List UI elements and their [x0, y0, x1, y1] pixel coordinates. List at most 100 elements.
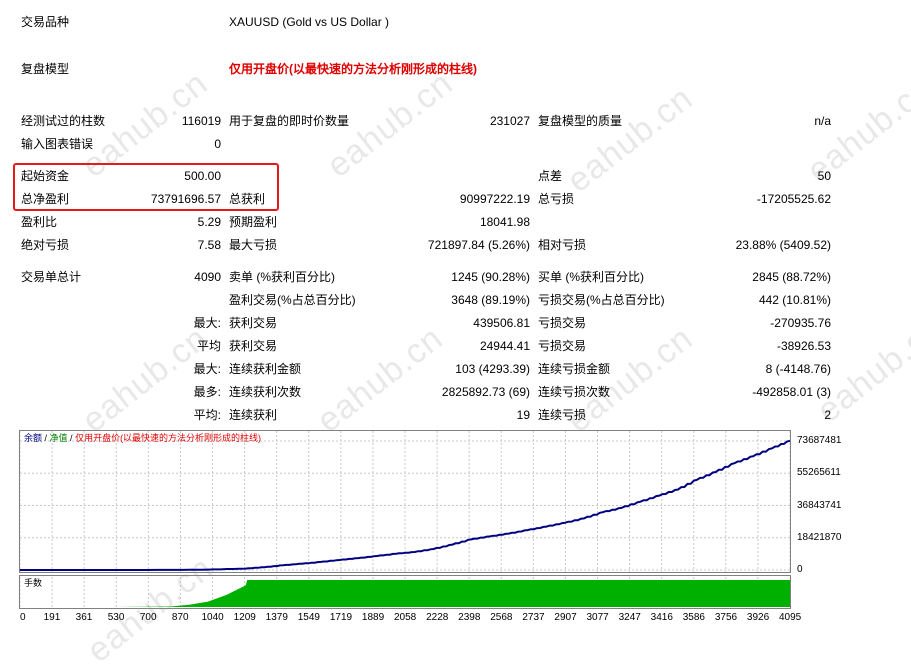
watermark: eahub.cn [560, 78, 700, 200]
balance-chart [19, 430, 791, 610]
max-prefix: 最大: [193, 362, 221, 376]
largest-prefix: 最大: [193, 316, 221, 330]
chart-legend: 余额 / 净值 / 仅用开盘价(以最快速的方法分析刚形成的柱线) [24, 433, 261, 444]
volume-fill [20, 580, 790, 607]
avg-consec-losses-label: 连续亏损 [538, 408, 587, 422]
legend-sep: / [42, 433, 50, 443]
max-drawdown-value: 721897.84 (5.26%) [427, 238, 530, 252]
most-prefix: 最多: [193, 385, 221, 399]
max-consec-wins-label: 连续获利金额 [229, 362, 302, 376]
spread-value: 50 [817, 169, 831, 183]
y-tick-label: 55265611 [797, 467, 841, 479]
avg-consec-wins-label: 连续获利 [229, 408, 278, 422]
gross-loss-value: -17205525.62 [756, 192, 831, 206]
total-trades-label: 交易单总计 [21, 270, 82, 284]
max-consec-losses-value: 8 (-4148.76) [765, 362, 831, 376]
deposit-value: 500.00 [184, 169, 221, 183]
total-trades-value: 4090 [194, 270, 221, 284]
spread-label: 点差 [538, 169, 563, 183]
average-loss-label: 亏损交易 [538, 339, 587, 353]
x-tick-label: 1209 [233, 612, 256, 623]
profit-factor-value: 5.29 [197, 215, 221, 229]
max-consec-wins-value: 103 (4293.39) [455, 362, 530, 376]
largest-profit-label: 获利交易 [229, 316, 278, 330]
x-tick-label: 0 [20, 612, 26, 623]
net-profit-label: 总净盈利 [21, 192, 70, 206]
y-tick-label: 18421870 [797, 531, 842, 543]
y-tick-label: 73687481 [797, 435, 842, 446]
average-profit-label: 获利交易 [229, 339, 278, 353]
gross-profit-value: 90997222.19 [459, 192, 530, 206]
profit-trades-value: 3648 (89.19%) [451, 293, 530, 307]
x-tick-label: 2228 [426, 612, 449, 623]
net-profit-value: 73791696.57 [150, 192, 221, 206]
volume-label: 手数 [24, 578, 43, 588]
gross-loss-label: 总亏损 [538, 192, 575, 206]
largest-loss-value: -270935.76 [770, 316, 831, 330]
avg-consec-wins-value: 19 [516, 408, 530, 422]
x-tick-label: 2568 [490, 612, 513, 623]
rel-drawdown-label: 相对亏损 [538, 238, 587, 252]
x-tick-label: 530 [107, 612, 125, 623]
largest-profit-value: 439506.81 [473, 316, 530, 330]
average-profit-value: 24944.41 [479, 339, 530, 353]
balance-chart-svg [19, 430, 791, 609]
max-drawdown-label: 最大亏损 [229, 238, 278, 252]
most-consec-profit-value: 2825892.73 (69) [441, 385, 530, 399]
most-consec-loss-label: 连续亏损次数 [538, 385, 611, 399]
watermark: eahub.cn [75, 318, 215, 440]
profit-factor-label: 盈利比 [21, 215, 58, 229]
y-tick-label: 0 [797, 564, 803, 575]
x-tick-label: 1719 [329, 612, 353, 623]
x-tick-label: 3077 [586, 612, 609, 623]
most-consec-loss-value: -492858.01 (3) [752, 385, 831, 399]
profit-trades-label: 盈利交易(%占总百分比) [229, 293, 356, 307]
ticks-label: 用于复盘的即时价数量 [229, 114, 350, 128]
volume-area [20, 580, 790, 607]
x-tick-label: 700 [139, 612, 157, 623]
max-consec-losses-label: 连续亏损金额 [538, 362, 611, 376]
x-tick-label: 1889 [361, 612, 385, 623]
most-consec-profit-label: 连续获利次数 [229, 385, 302, 399]
legend-equity: 净值 [49, 433, 68, 443]
x-tick-label: 191 [43, 612, 61, 623]
deposit-label: 起始资金 [21, 169, 70, 183]
x-tick-label: 870 [171, 612, 189, 623]
loss-trades-value: 442 (10.81%) [758, 293, 831, 307]
model-value: 仅用开盘价(以最快速的方法分析刚形成的柱线) [229, 62, 477, 76]
x-tick-label: 1549 [297, 612, 320, 623]
model-label: 复盘模型 [21, 62, 70, 76]
x-tick-label: 2907 [554, 612, 577, 623]
errors-label: 输入图表错误 [21, 137, 94, 151]
quality-label: 复盘模型的质量 [538, 114, 623, 128]
symbol-label: 交易品种 [21, 15, 70, 29]
abs-drawdown-label: 绝对亏损 [21, 238, 70, 252]
x-tick-label: 1379 [265, 612, 288, 623]
short-trades-label: 卖单 (%获利百分比) [229, 270, 335, 284]
x-tick-label: 3586 [682, 612, 705, 623]
x-tick-label: 3247 [618, 612, 641, 623]
gross-profit-label: 总获利 [229, 192, 266, 206]
avg-prefix: 平均: [193, 408, 221, 422]
symbol-value: XAUUSD (Gold vs US Dollar ) [229, 15, 390, 29]
short-trades-value: 1245 (90.28%) [451, 270, 530, 284]
bars-label: 经测试过的柱数 [21, 114, 106, 128]
quality-value: n/a [814, 114, 831, 128]
ticks-value: 231027 [489, 114, 530, 128]
legend-balance: 余额 [24, 433, 43, 443]
x-tick-label: 3756 [714, 612, 738, 623]
x-tick-label: 2058 [394, 612, 417, 623]
abs-drawdown-value: 7.58 [197, 238, 221, 252]
watermark: eahub.cn [310, 318, 450, 440]
legend-sep: / [67, 433, 76, 443]
x-tick-label: 3926 [746, 612, 770, 623]
expected-payoff-label: 预期盈利 [229, 215, 278, 229]
loss-trades-label: 亏损交易(%占总百分比) [538, 293, 665, 307]
long-trades-label: 买单 (%获利百分比) [538, 270, 644, 284]
x-tick-label: 361 [75, 612, 93, 623]
y-tick-label: 36843741 [797, 499, 842, 511]
avg-consec-losses-value: 2 [824, 408, 831, 422]
largest-loss-label: 亏损交易 [538, 316, 587, 330]
x-tick-label: 3416 [650, 612, 673, 623]
long-trades-value: 2845 (88.72%) [752, 270, 831, 284]
